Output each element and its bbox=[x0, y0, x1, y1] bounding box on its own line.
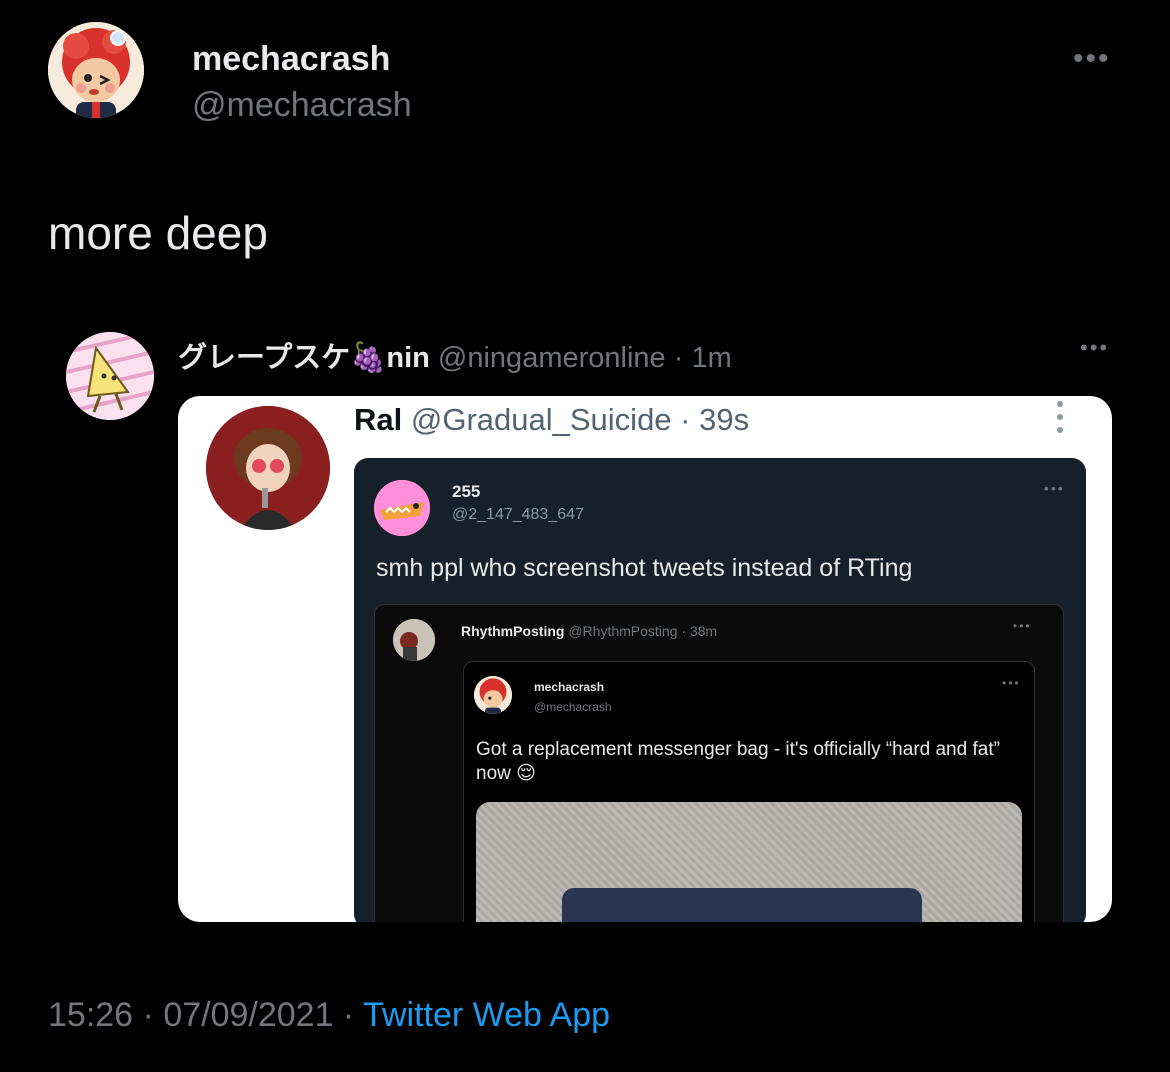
rhythmposting-name: RhythmPosting bbox=[461, 623, 565, 639]
rhythmposting-avatar bbox=[393, 619, 435, 661]
tweet-text: more deep bbox=[48, 207, 268, 259]
mechacrash-handle: @mechacrash bbox=[534, 700, 612, 714]
ral-more-icon bbox=[1056, 400, 1064, 434]
author-avatar[interactable] bbox=[48, 22, 144, 118]
rhythmposting-more-icon: ••• bbox=[1013, 619, 1032, 633]
bag-shape bbox=[562, 888, 922, 922]
avatar-illustration bbox=[66, 332, 154, 420]
mechacrash-tweet-text: Got a replacement messenger bag - it's o… bbox=[476, 739, 1000, 784]
meta-separator: · bbox=[133, 996, 164, 1034]
more-options-icon[interactable]: ••• bbox=[1073, 42, 1111, 76]
quoted-author-name[interactable]: グレープスケ🍇nin bbox=[178, 342, 430, 374]
author-name[interactable]: mechacrash bbox=[192, 40, 390, 79]
nested-tweet-255: 255 @2_147_483_647 ••• smh ppl who scree… bbox=[354, 458, 1086, 922]
avatar-illustration bbox=[474, 676, 512, 714]
user-255-avatar bbox=[374, 480, 430, 536]
ral-handle: @Gradual_Suicide bbox=[410, 402, 672, 437]
messenger-bag-photo bbox=[476, 802, 1022, 922]
user-255-tweet-text: smh ppl who screenshot tweets instead of… bbox=[376, 554, 913, 582]
quoted-tweet-age: · 1m bbox=[673, 342, 732, 374]
ral-age: · 39s bbox=[680, 402, 750, 437]
quoted-tweet-header[interactable]: グレープスケ🍇nin @ningameronline · 1m bbox=[178, 334, 732, 376]
mechacrash-avatar bbox=[474, 676, 512, 714]
meta-separator: · bbox=[333, 996, 364, 1034]
mechacrash-more-icon: ••• bbox=[1002, 676, 1021, 690]
rhythmposting-age: · 38m bbox=[681, 623, 718, 639]
mechacrash-name: mechacrash bbox=[534, 680, 605, 694]
rhythmposting-header: RhythmPosting @RhythmPosting · 38m bbox=[461, 623, 717, 639]
tweet-date: 07/09/2021 bbox=[163, 996, 334, 1034]
ral-avatar bbox=[206, 406, 330, 530]
tweet-source-link[interactable]: Twitter Web App bbox=[363, 996, 610, 1034]
user-255-handle: @2_147_483_647 bbox=[452, 506, 584, 523]
tweet-time: 15:26 bbox=[48, 996, 134, 1034]
ral-tweet-header: Ral @Gradual_Suicide · 39s bbox=[354, 402, 749, 438]
tweet-meta: 15:26 · 07/09/2021 · Twitter Web App bbox=[48, 996, 610, 1035]
nested-tweet-mechacrash: mechacrash @mechacrash ••• Got a replace… bbox=[463, 661, 1035, 922]
avatar-illustration bbox=[206, 406, 330, 530]
nested-tweet-rhythmposting: RhythmPosting @RhythmPosting · 38m ••• m… bbox=[374, 604, 1064, 922]
avatar-illustration bbox=[393, 619, 435, 661]
quoted-more-options-icon[interactable]: ••• bbox=[1080, 335, 1109, 361]
avatar-illustration bbox=[374, 480, 430, 536]
quoted-tweet-image[interactable]: Ral @Gradual_Suicide · 39s 255 @2_147_48… bbox=[178, 396, 1112, 922]
user-255-more-icon: ••• bbox=[1044, 480, 1065, 496]
user-255-name: 255 bbox=[452, 482, 481, 501]
quoted-author-avatar[interactable] bbox=[66, 332, 154, 420]
avatar-illustration bbox=[48, 22, 144, 118]
vertical-dots-icon bbox=[1057, 401, 1063, 433]
quoted-author-handle[interactable]: @ningameronline bbox=[438, 342, 666, 374]
author-handle[interactable]: @mechacrash bbox=[192, 86, 412, 125]
ral-name: Ral bbox=[354, 402, 403, 437]
rhythmposting-handle: @RhythmPosting bbox=[568, 623, 678, 639]
